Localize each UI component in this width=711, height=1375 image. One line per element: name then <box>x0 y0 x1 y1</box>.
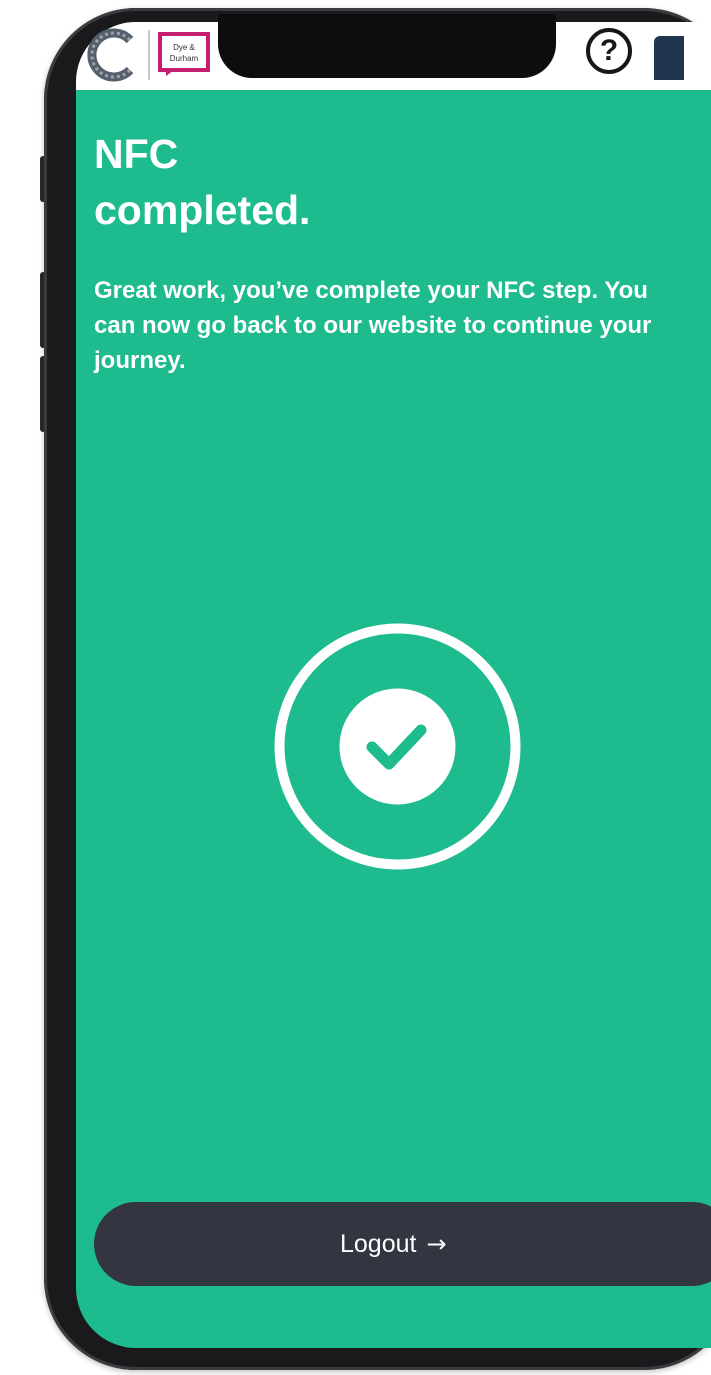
logout-label: Logout <box>340 1229 417 1258</box>
dye-durham-logo: Dye & Durham <box>158 32 210 76</box>
logo-divider <box>148 30 150 80</box>
check-circle-icon <box>274 623 521 870</box>
page-title-line2: completed. <box>94 187 311 233</box>
help-icon[interactable]: ? <box>586 28 632 74</box>
logout-button[interactable]: Logout → <box>94 1202 711 1286</box>
completion-message: Great work, you’ve complete your NFC ste… <box>94 277 652 374</box>
page-title-line1: NFC <box>94 131 179 177</box>
svg-text:Dye &: Dye & <box>173 43 195 52</box>
menu-button[interactable] <box>654 36 684 80</box>
svg-text:Durham: Durham <box>170 54 199 63</box>
arrow-right-icon: → <box>426 1230 447 1258</box>
company-c-logo <box>87 28 134 82</box>
phone-notch <box>218 14 556 78</box>
page-title: NFC completed. <box>94 126 654 238</box>
